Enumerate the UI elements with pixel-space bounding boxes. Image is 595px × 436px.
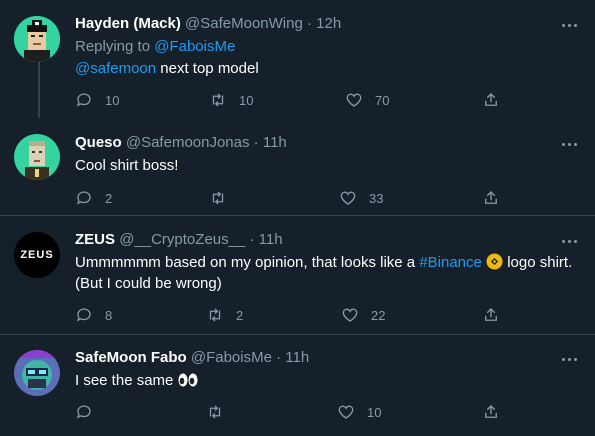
reply-icon xyxy=(76,93,91,107)
reply-icon xyxy=(76,405,91,419)
tweet-actions: 10 xyxy=(75,401,505,423)
display-name[interactable]: SafeMoon Fabo xyxy=(75,349,187,366)
tweet-header: Queso @SafemoonJonas · 11h xyxy=(75,133,287,153)
heart-icon xyxy=(346,93,362,107)
reply-icon xyxy=(76,308,91,322)
heart-icon xyxy=(340,191,356,205)
tweet-text: Cool shirt boss! xyxy=(75,157,179,174)
more-icon[interactable] xyxy=(561,232,579,250)
tweet-text: I see the same xyxy=(75,370,198,391)
like-count: 70 xyxy=(375,92,390,108)
share-button[interactable] xyxy=(482,89,500,111)
tweet-text-body: next top model xyxy=(156,60,259,77)
display-name[interactable]: Queso xyxy=(75,134,122,151)
separator-dot: · xyxy=(249,231,255,248)
heart-icon xyxy=(342,308,358,322)
eyes-emoji-icon xyxy=(178,373,198,387)
tweet-text: Ummmmmm based on my opinion, that looks … xyxy=(75,252,580,294)
tweet-header: ZEUS @__CryptoZeus__ · 11h xyxy=(75,230,283,250)
timestamp[interactable]: 11h xyxy=(259,231,283,248)
user-handle[interactable]: @SafeMoonWing xyxy=(185,15,303,32)
share-icon xyxy=(485,405,497,418)
timestamp[interactable]: 11h xyxy=(285,349,309,366)
tweet-actions: 10 10 70 xyxy=(75,89,505,111)
reply-icon xyxy=(76,191,91,205)
tweet-text-line-1: Ummmmmm based on my opinion, that looks … xyxy=(75,252,580,273)
tweet-text-before: Ummmmmm based on my opinion, that looks … xyxy=(75,254,420,271)
user-handle[interactable]: @__CryptoZeus__ xyxy=(119,231,245,248)
share-icon xyxy=(485,308,497,321)
more-icon[interactable] xyxy=(561,135,579,153)
binance-coin-icon xyxy=(486,253,503,270)
like-button[interactable]: 33 xyxy=(339,187,383,209)
heart-icon xyxy=(338,405,354,419)
reply-count: 10 xyxy=(105,92,120,108)
retweet-button[interactable]: 2 xyxy=(206,304,243,326)
hashtag-link[interactable]: #Binance xyxy=(419,254,482,271)
like-button[interactable]: 70 xyxy=(345,89,389,111)
share-icon xyxy=(485,191,497,204)
retweet-button[interactable] xyxy=(209,187,239,209)
replying-prefix: Replying to xyxy=(75,38,155,55)
reply-count: 2 xyxy=(105,190,113,206)
tweet-header: Hayden (Mack) @SafeMoonWing · 12h xyxy=(75,14,341,34)
tweet-actions: 8 2 22 xyxy=(75,304,505,326)
share-button[interactable] xyxy=(482,187,500,209)
more-icon[interactable] xyxy=(561,16,579,34)
retweet-icon xyxy=(212,93,224,107)
like-count: 10 xyxy=(367,404,382,420)
retweet-icon xyxy=(209,405,221,419)
like-button[interactable]: 22 xyxy=(341,304,385,326)
avatar-zeus-logo-text: ZEUS xyxy=(20,249,54,261)
retweet-icon xyxy=(209,308,221,322)
avatar-fabo[interactable] xyxy=(14,350,60,396)
reply-button[interactable]: 10 xyxy=(75,89,119,111)
separator-dot: · xyxy=(253,134,259,151)
tweet-text: @safemoon next top model xyxy=(75,58,259,79)
avatar-hayden[interactable] xyxy=(14,16,60,62)
timestamp[interactable]: 11h xyxy=(263,134,287,151)
tweet-text-after: logo shirt. xyxy=(503,254,573,271)
retweet-button[interactable] xyxy=(206,401,236,423)
like-button[interactable]: 10 xyxy=(337,401,381,423)
user-handle[interactable]: @SafemoonJonas xyxy=(126,134,250,151)
retweet-count: 2 xyxy=(236,307,244,323)
reply-button[interactable] xyxy=(75,401,105,423)
replying-handle-link[interactable]: @FaboisMe xyxy=(154,38,235,55)
avatar-queso[interactable] xyxy=(14,134,60,180)
mention-link[interactable]: @safemoon xyxy=(75,60,156,77)
retweet-button[interactable]: 10 xyxy=(209,89,253,111)
display-name[interactable]: ZEUS xyxy=(75,231,115,248)
reply-count: 8 xyxy=(105,307,113,323)
share-button[interactable] xyxy=(482,401,500,423)
like-count: 22 xyxy=(371,307,386,323)
user-handle[interactable]: @FaboisMe xyxy=(191,349,272,366)
tweet-1[interactable]: Hayden (Mack) @SafeMoonWing · 12h Replyi… xyxy=(0,0,595,118)
retweet-icon xyxy=(212,191,224,205)
thread-line xyxy=(38,62,40,118)
like-count: 33 xyxy=(369,190,384,206)
tweet-text-body: I see the same xyxy=(75,372,178,389)
reply-button[interactable]: 8 xyxy=(75,304,112,326)
separator-dot: · xyxy=(307,15,312,32)
tweet-2[interactable]: Queso @SafemoonJonas · 11h Cool shirt bo… xyxy=(0,118,595,215)
reply-button[interactable]: 2 xyxy=(75,187,112,209)
timestamp[interactable]: 12h xyxy=(316,15,341,32)
avatar-zeus[interactable]: ZEUS xyxy=(14,232,60,278)
tweet-text-line-2: (But I could be wrong) xyxy=(75,275,222,292)
replying-to: Replying to @FaboisMe xyxy=(75,38,235,55)
display-name[interactable]: Hayden (Mack) xyxy=(75,15,181,32)
share-icon xyxy=(485,93,497,106)
tweet-3[interactable]: ZEUS ZEUS @__CryptoZeus__ · 11h Ummmmmm … xyxy=(0,216,595,334)
share-button[interactable] xyxy=(482,304,500,326)
tweet-header: SafeMoon Fabo @FaboisMe · 11h xyxy=(75,348,309,368)
retweet-count: 10 xyxy=(239,92,254,108)
tweet-actions: 2 33 xyxy=(75,187,505,209)
separator-dot: · xyxy=(276,349,282,366)
more-icon[interactable] xyxy=(561,350,579,368)
tweet-4[interactable]: SafeMoon Fabo @FaboisMe · 11h I see the … xyxy=(0,335,595,436)
